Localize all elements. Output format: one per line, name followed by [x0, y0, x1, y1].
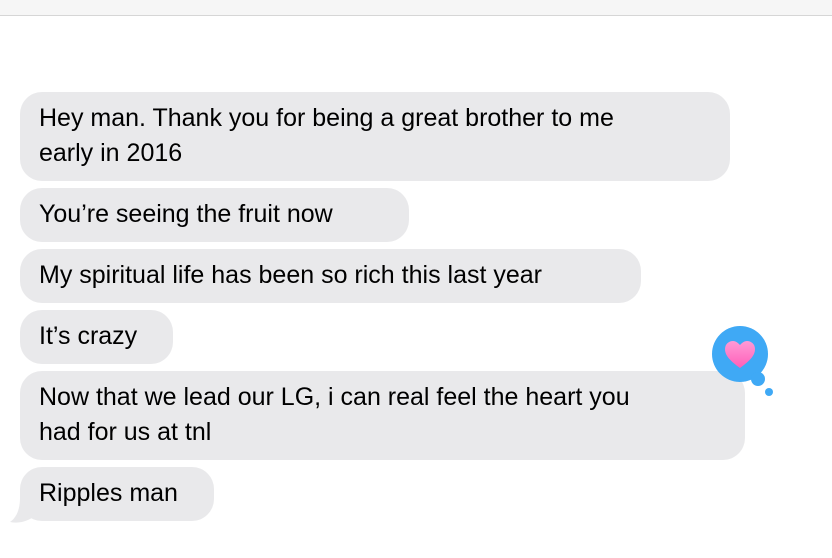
message-line: Hey man. Thank you for being a great bro… — [39, 104, 614, 132]
message-text: You’re seeing the fruit now — [39, 200, 333, 228]
message-line: Now that we lead our LG, i can real feel… — [39, 383, 630, 411]
message-line: early in 2016 — [39, 139, 183, 167]
message-bubble-2[interactable]: You’re seeing the fruit now — [20, 188, 409, 242]
message-bubble-5[interactable]: Now that we lead our LG, i can real feel… — [20, 371, 745, 460]
message-thread: Hey man. Thank you for being a great bro… — [0, 0, 832, 558]
message-text: It’s crazy — [39, 322, 138, 350]
message-bubble-1[interactable]: Hey man. Thank you for being a great bro… — [20, 92, 730, 181]
message-bubble-4[interactable]: It’s crazy — [20, 310, 173, 364]
heart-reaction-tapback[interactable] — [711, 326, 777, 398]
message-text: Ripples man — [39, 479, 178, 507]
bubble-tail — [10, 498, 40, 523]
message-bubble-6[interactable]: Ripples man — [20, 467, 214, 521]
message-text: My spiritual life has been so rich this … — [39, 261, 542, 289]
message-bubble-3[interactable]: My spiritual life has been so rich this … — [20, 249, 641, 303]
message-line: had for us at tnl — [39, 418, 212, 446]
